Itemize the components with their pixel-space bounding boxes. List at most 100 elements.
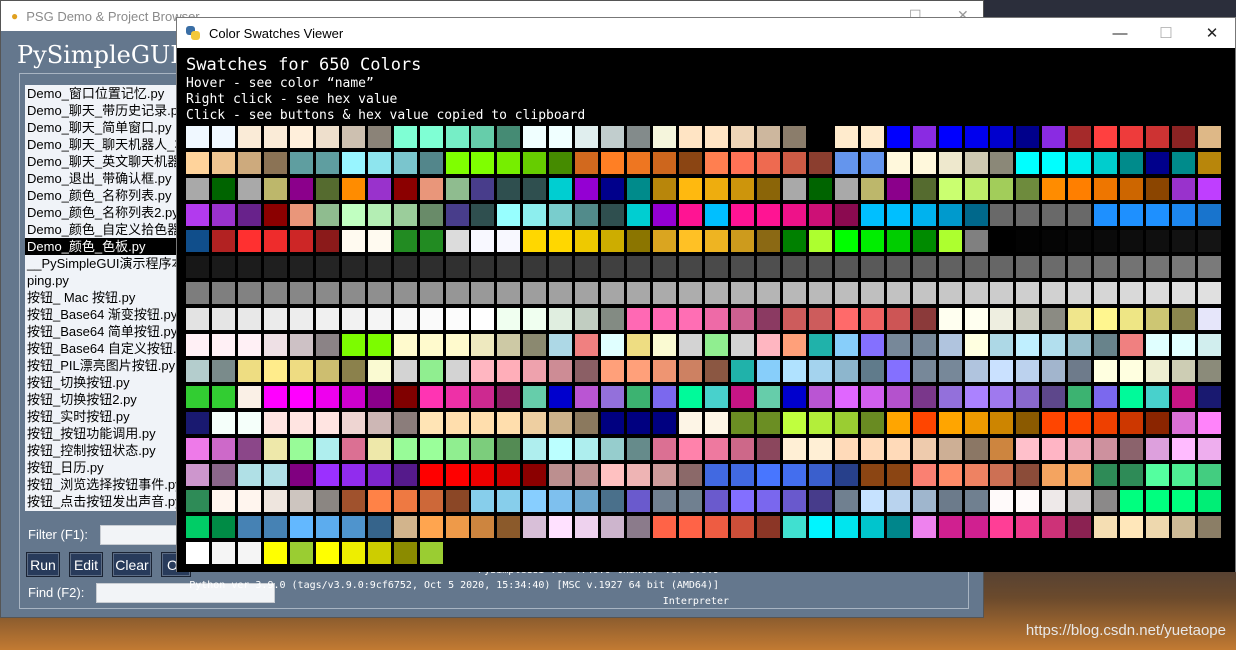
color-swatch[interactable] [860, 386, 884, 408]
color-swatch[interactable] [523, 256, 547, 278]
color-swatch[interactable] [497, 438, 521, 460]
color-swatch[interactable] [419, 516, 443, 538]
color-swatch[interactable] [1120, 438, 1144, 460]
color-swatch[interactable] [367, 360, 391, 382]
color-swatch[interactable] [393, 490, 417, 512]
color-swatch[interactable] [1042, 178, 1066, 200]
color-swatch[interactable] [730, 412, 754, 434]
color-swatch[interactable] [1068, 204, 1092, 226]
color-swatch[interactable] [601, 256, 625, 278]
color-swatch[interactable] [523, 386, 547, 408]
color-swatch[interactable] [912, 490, 936, 512]
color-swatch[interactable] [1146, 178, 1170, 200]
color-swatch[interactable] [263, 438, 287, 460]
file-list-item[interactable]: 按钮_Base64 简单按钮.py [25, 323, 185, 340]
color-swatch[interactable] [938, 360, 962, 382]
color-swatch[interactable] [1042, 230, 1066, 252]
color-swatch[interactable] [1094, 256, 1118, 278]
color-swatch[interactable] [367, 412, 391, 434]
color-swatch[interactable] [1146, 204, 1170, 226]
color-swatch[interactable] [1198, 360, 1222, 382]
color-swatch[interactable] [211, 490, 235, 512]
color-swatch[interactable] [367, 386, 391, 408]
color-swatch[interactable] [237, 386, 261, 408]
color-swatch[interactable] [1146, 360, 1170, 382]
color-swatch[interactable] [990, 438, 1014, 460]
color-swatch[interactable] [1042, 490, 1066, 512]
color-swatch[interactable] [523, 230, 547, 252]
color-swatch[interactable] [575, 386, 599, 408]
color-swatch[interactable] [1198, 204, 1222, 226]
color-swatch[interactable] [990, 256, 1014, 278]
color-swatch[interactable] [938, 386, 962, 408]
color-swatch[interactable] [237, 178, 261, 200]
file-list-item[interactable]: Demo_退出_带确认框.py [25, 170, 185, 187]
color-swatch[interactable] [782, 438, 806, 460]
color-swatch[interactable] [497, 126, 521, 148]
color-swatch[interactable] [860, 152, 884, 174]
color-swatch[interactable] [1198, 282, 1222, 304]
color-swatch[interactable] [1120, 152, 1144, 174]
color-swatch[interactable] [1172, 516, 1196, 538]
color-swatch[interactable] [653, 204, 677, 226]
color-swatch[interactable] [237, 126, 261, 148]
color-swatch[interactable] [1094, 386, 1118, 408]
color-swatch[interactable] [886, 308, 910, 330]
color-swatch[interactable] [938, 308, 962, 330]
color-swatch[interactable] [445, 464, 469, 486]
color-swatch[interactable] [471, 308, 495, 330]
color-swatch[interactable] [1042, 438, 1066, 460]
color-swatch[interactable] [237, 256, 261, 278]
color-swatch[interactable] [1094, 412, 1118, 434]
color-swatch[interactable] [1172, 178, 1196, 200]
color-swatch[interactable] [1198, 178, 1222, 200]
color-swatch[interactable] [497, 334, 521, 356]
file-list-item[interactable]: Demo_聊天_聊天机器人_本 [25, 136, 185, 153]
color-swatch[interactable] [186, 204, 209, 226]
color-swatch[interactable] [964, 334, 988, 356]
color-swatch[interactable] [1120, 126, 1144, 148]
color-swatch[interactable] [549, 438, 573, 460]
color-swatch[interactable] [808, 256, 832, 278]
color-swatch[interactable] [912, 438, 936, 460]
color-swatch[interactable] [1172, 334, 1196, 356]
color-swatch[interactable] [1172, 256, 1196, 278]
file-list-item[interactable]: Demo_聊天_简单窗口.py [25, 119, 185, 136]
color-swatch[interactable] [653, 178, 677, 200]
color-swatch[interactable] [471, 516, 495, 538]
color-swatch[interactable] [575, 204, 599, 226]
color-swatch[interactable] [601, 412, 625, 434]
color-swatch[interactable] [341, 204, 365, 226]
color-swatch[interactable] [1172, 490, 1196, 512]
color-swatch[interactable] [730, 490, 754, 512]
color-swatch[interactable] [601, 490, 625, 512]
color-swatch[interactable] [860, 412, 884, 434]
color-swatch[interactable] [1068, 256, 1092, 278]
color-swatch[interactable] [315, 516, 339, 538]
color-swatch[interactable] [367, 256, 391, 278]
color-swatch[interactable] [1094, 152, 1118, 174]
color-swatch[interactable] [211, 308, 235, 330]
color-swatch[interactable] [186, 126, 209, 148]
color-swatch[interactable] [679, 204, 703, 226]
color-swatch[interactable] [1146, 126, 1170, 148]
color-swatch[interactable] [1068, 334, 1092, 356]
color-swatch[interactable] [575, 360, 599, 382]
color-swatch[interactable] [419, 308, 443, 330]
color-swatch[interactable] [341, 438, 365, 460]
color-swatch[interactable] [497, 256, 521, 278]
color-swatch[interactable] [886, 204, 910, 226]
color-swatch[interactable] [549, 126, 573, 148]
color-swatch[interactable] [1146, 256, 1170, 278]
color-swatch[interactable] [912, 282, 936, 304]
color-swatch[interactable] [289, 256, 313, 278]
color-swatch[interactable] [445, 308, 469, 330]
file-list-item[interactable]: Demo_颜色_名称列表2.py [25, 204, 185, 221]
color-swatch[interactable] [1120, 204, 1144, 226]
color-swatch[interactable] [782, 126, 806, 148]
color-swatch[interactable] [627, 308, 651, 330]
file-list-item[interactable]: 按钮_控制按钮状态.py [25, 442, 185, 459]
color-swatch[interactable] [834, 516, 858, 538]
color-swatch[interactable] [782, 204, 806, 226]
color-swatch[interactable] [393, 282, 417, 304]
